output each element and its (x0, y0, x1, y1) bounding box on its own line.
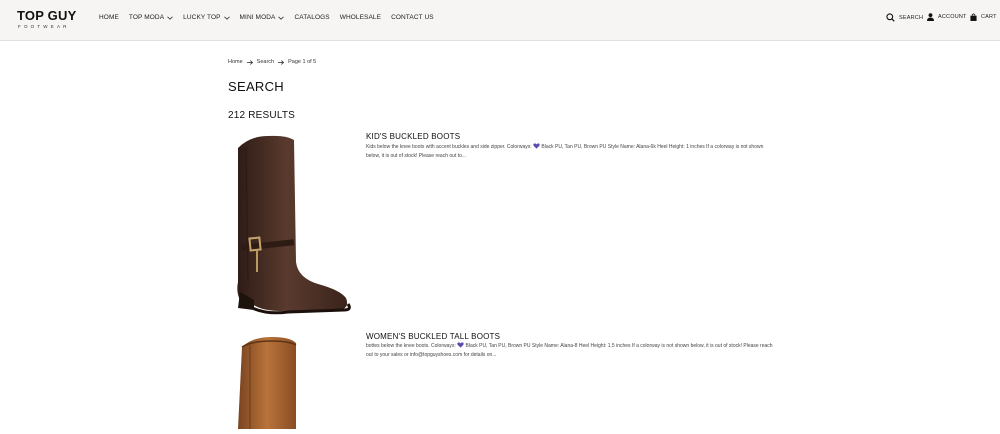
nav-item-mini-moda[interactable]: MINI MODA (240, 14, 285, 21)
cart-label: CART (981, 14, 997, 20)
nav-item-home[interactable]: HOME (99, 14, 119, 21)
account-label: ACCOUNT (938, 14, 967, 20)
nav-item-label: LUCKY TOP (183, 14, 221, 21)
main-nav: HOME TOP MODA LUCKY TOP MINI MODA CATALOGS WH… (99, 14, 444, 21)
cart-link[interactable]: CART (970, 13, 997, 21)
nav-item-wholesale[interactable]: WHOLESALE (340, 14, 381, 21)
boot-image (237, 135, 351, 315)
nav-item-label: TOP MODA (128, 14, 165, 21)
search-label: SEARCH (899, 14, 924, 21)
search-link[interactable]: SEARCH (886, 13, 923, 22)
purple-heart-icon (533, 143, 540, 149)
search-icon (886, 13, 895, 22)
cart-bag-icon (970, 13, 977, 21)
product-image-womens-boots[interactable] (228, 333, 356, 429)
product-description: Kids below the knee boots with accent bu… (366, 143, 776, 161)
nav-item-top-moda[interactable]: TOP MODA (129, 14, 173, 21)
nav-item-label: CONTACT US (391, 14, 434, 21)
nav-item-label: MINI MODA (239, 14, 276, 21)
breadcrumb-home[interactable]: Home (228, 59, 243, 65)
logo-main-text: TOP GUY (17, 8, 77, 23)
chevron-down-icon (278, 16, 285, 20)
nav-item-contact-us[interactable]: CONTACT US (391, 14, 434, 21)
product-name-link[interactable]: WOMEN'S BUCKLED TALL BOOTS (366, 332, 500, 341)
results-count: 212 RESULTS (228, 110, 296, 121)
breadcrumb-page: Page 1 of 5 (288, 59, 317, 65)
account-link[interactable]: ACCOUNT (927, 13, 967, 21)
nav-item-label: HOME (99, 14, 119, 21)
product-image-kids-boots[interactable] (228, 132, 356, 317)
arrow-right-icon (246, 59, 253, 65)
boot-image (238, 337, 297, 429)
product-name-link[interactable]: KID'S BUCKLED BOOTS (366, 132, 460, 141)
product-description: bottes below the knee boots. Colorways: … (366, 342, 776, 360)
description-text: bottes below the knee boots. Colorways: (366, 343, 458, 349)
site-logo[interactable]: TOP GUY FOOTWEAR (17, 9, 76, 29)
nav-item-lucky-top[interactable]: LUCKY TOP (183, 14, 230, 21)
account-icon (927, 13, 934, 21)
nav-item-label: CATALOGS (294, 14, 330, 21)
nav-item-label: WHOLESALE (339, 14, 382, 21)
breadcrumb: Home Search Page 1 of 5 (228, 59, 316, 65)
chevron-down-icon (167, 16, 173, 20)
logo-sub-text: FOOTWEAR (18, 24, 70, 29)
chevron-down-icon (223, 16, 230, 20)
arrow-right-icon (278, 59, 285, 65)
site-header: TOP GUY FOOTWEAR HOME TOP MODA LUCKY TOP MI… (0, 0, 1000, 41)
page-title: SEARCH (228, 79, 284, 94)
nav-item-catalogs[interactable]: CATALOGS (294, 14, 329, 21)
breadcrumb-search[interactable]: Search (257, 59, 274, 65)
description-text: Kids below the knee boots with accent bu… (366, 144, 534, 150)
